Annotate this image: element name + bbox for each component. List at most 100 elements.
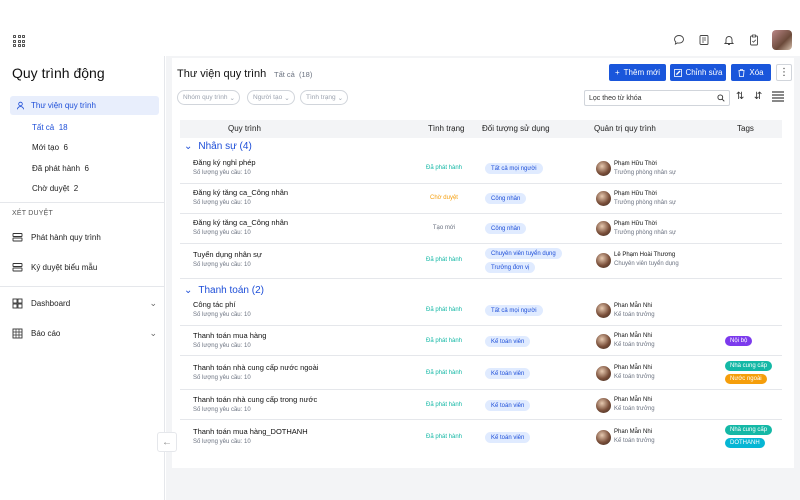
process-name[interactable]: Đăng ký tăng ca_Công nhân	[193, 218, 288, 227]
more-options-button[interactable]: ⋮	[776, 64, 792, 81]
manager-role: Trưởng phòng nhân sự	[614, 200, 677, 206]
manager-name: Phan Mẫn Nhi	[614, 397, 653, 403]
list-view-icon[interactable]	[772, 91, 784, 105]
manager-role: Trưởng phòng nhân sự	[614, 170, 677, 176]
chevron-down-icon: ⌄	[149, 328, 157, 338]
process-name[interactable]: Tuyển dụng nhân sự	[193, 250, 262, 259]
sort-desc-icon[interactable]: ⇵	[754, 91, 762, 102]
tag-badge[interactable]: Nước ngoài	[725, 374, 767, 384]
manager-name: Phan Mẫn Nhi	[614, 333, 653, 339]
delete-button[interactable]: Xóa	[731, 64, 771, 81]
table-row[interactable]: Thanh toán nhà cung cấp trong nước Số lư…	[180, 390, 782, 420]
user-avatar[interactable]	[772, 30, 792, 50]
search-input[interactable]: Lọc theo từ khóa	[589, 95, 642, 102]
request-count: Số lượng yêu cầu: 10	[193, 200, 251, 206]
column-header[interactable]: Đối tượng sử dụng	[482, 124, 550, 133]
sidebar-sub-published[interactable]: Đã phát hành 6	[32, 164, 89, 173]
dashboard-icon	[12, 298, 23, 309]
sidebar-title: Quy trình động	[12, 65, 105, 81]
table-row[interactable]: Thanh toán mua hàng Số lượng yêu cầu: 10…	[180, 326, 782, 356]
clipboard-icon[interactable]	[747, 34, 760, 47]
add-button[interactable]: + Thêm mới	[609, 64, 666, 81]
process-name[interactable]: Đăng ký tăng ca_Công nhân	[193, 188, 288, 197]
table-row[interactable]: Đăng ký tăng ca_Công nhân Số lượng yêu c…	[180, 214, 782, 244]
process-name[interactable]: Công tác phí	[193, 300, 236, 309]
column-header[interactable]: Quản trị quy trình	[594, 124, 656, 133]
sidebar-sub-pending[interactable]: Chờ duyệt 2	[32, 184, 78, 193]
status-badge: Đã phát hành	[425, 165, 463, 171]
sidebar-item-dashboard[interactable]: Dashboard ⌄	[12, 298, 157, 309]
column-header[interactable]: Tags	[737, 124, 754, 133]
avatar	[596, 366, 611, 381]
process-name[interactable]: Thanh toán mua hàng_DOTHANH	[193, 427, 308, 436]
avatar	[596, 398, 611, 413]
avatar	[596, 303, 611, 318]
total-count: Tất cả (18)	[274, 70, 313, 79]
status-badge: Chờ duyệt	[430, 195, 458, 201]
status-badge: Đã phát hành	[425, 434, 463, 440]
notes-icon[interactable]	[697, 34, 710, 47]
tag-badge[interactable]: Nội bộ	[725, 336, 753, 346]
search-icon	[717, 94, 725, 102]
request-count: Số lượng yêu cầu: 10	[193, 262, 251, 268]
tag-badge[interactable]: DOTHANH	[725, 438, 765, 448]
group-header[interactable]: ⌄ Thanh toán (2)	[184, 285, 264, 296]
filter-creator[interactable]: Người tạo ⌄	[247, 90, 295, 105]
sidebar-item-report[interactable]: Báo cáo ⌄	[12, 328, 157, 339]
sidebar-item-sign[interactable]: Ký duyệt biểu mẫu	[12, 262, 157, 273]
sort-icon[interactable]: ⇅	[736, 91, 744, 102]
process-name[interactable]: Đăng ký nghỉ phép	[193, 158, 256, 167]
request-count: Số lượng yêu cầu: 10	[193, 375, 251, 381]
bell-icon[interactable]	[722, 34, 735, 47]
table-row[interactable]: Công tác phí Số lượng yêu cầu: 10 Đã phá…	[180, 298, 782, 326]
manager-name: Phan Mẫn Nhi	[614, 429, 653, 435]
app-grid-icon[interactable]	[13, 35, 25, 47]
sidebar-divider	[0, 286, 164, 287]
sidebar-item-publish[interactable]: Phát hành quy trình	[12, 232, 157, 243]
tag-badge[interactable]: Nhà cung cấp	[725, 425, 773, 435]
table-row[interactable]: Đăng ký nghỉ phép Số lượng yêu cầu: 10 Đ…	[180, 154, 782, 184]
avatar	[596, 191, 611, 206]
sidebar-sub-all[interactable]: Tất cả 18	[32, 123, 68, 132]
process-name[interactable]: Thanh toán mua hàng	[193, 331, 266, 340]
chevron-down-icon: ⌄	[184, 141, 193, 152]
top-actions	[672, 30, 792, 50]
avatar	[596, 334, 611, 349]
top-bar	[0, 0, 800, 56]
filter-group[interactable]: Nhóm quy trình ⌄	[177, 90, 240, 105]
edit-icon	[673, 68, 682, 77]
chevron-down-icon: ⌄	[149, 298, 157, 308]
manager-role: Chuyên viên tuyển dụng	[614, 261, 679, 267]
manager-role: Kế toán trưởng	[614, 342, 655, 348]
column-header[interactable]: Quy trình	[228, 124, 261, 133]
status-badge: Tạo mới	[432, 225, 456, 231]
request-count: Số lượng yêu cầu: 10	[193, 439, 251, 445]
user-chip: Kế toán viên	[485, 336, 531, 347]
process-name[interactable]: Thanh toán nhà cung cấp trong nước	[193, 395, 317, 404]
tag-badge[interactable]: Nhà cung cấp	[725, 361, 773, 371]
search-field[interactable]: Lọc theo từ khóa	[584, 90, 730, 106]
manager-role: Kế toán trưởng	[614, 438, 655, 444]
sidebar-item-label: Thư viện quy trình	[31, 101, 96, 110]
manager-role: Kế toán trưởng	[614, 406, 655, 412]
chat-icon[interactable]	[672, 34, 685, 47]
avatar	[596, 253, 611, 268]
manager-role: Trưởng phòng nhân sự	[614, 230, 677, 236]
sidebar: Quy trình động Thư viện quy trình Tất cả…	[0, 56, 165, 500]
collapse-sidebar-button[interactable]: ←	[157, 432, 177, 452]
sidebar-item-library[interactable]: Thư viện quy trình	[10, 96, 159, 115]
group-header[interactable]: ⌄ Nhân sự (4)	[184, 141, 252, 152]
page-title: Thư viện quy trình	[177, 68, 267, 80]
column-header[interactable]: Tình trạng	[428, 124, 464, 133]
user-icon	[16, 101, 25, 110]
filter-status[interactable]: Tình trạng ⌄	[300, 90, 349, 105]
table-row[interactable]: Tuyển dụng nhân sự Số lượng yêu cầu: 10 …	[180, 244, 782, 279]
table-row[interactable]: Đăng ký tăng ca_Công nhân Số lượng yêu c…	[180, 184, 782, 214]
sidebar-sub-new[interactable]: Mới tạo 6	[32, 143, 68, 152]
table-row[interactable]: Thanh toán nhà cung cấp nước ngoài Số lư…	[180, 356, 782, 390]
process-name[interactable]: Thanh toán nhà cung cấp nước ngoài	[193, 363, 318, 372]
section-label-review: XÉT DUYỆT	[12, 210, 53, 217]
edit-button[interactable]: Chỉnh sửa	[670, 64, 726, 81]
table-row[interactable]: Thanh toán mua hàng_DOTHANH Số lượng yêu…	[180, 420, 782, 454]
user-chip: Kế toán viên	[485, 400, 531, 411]
